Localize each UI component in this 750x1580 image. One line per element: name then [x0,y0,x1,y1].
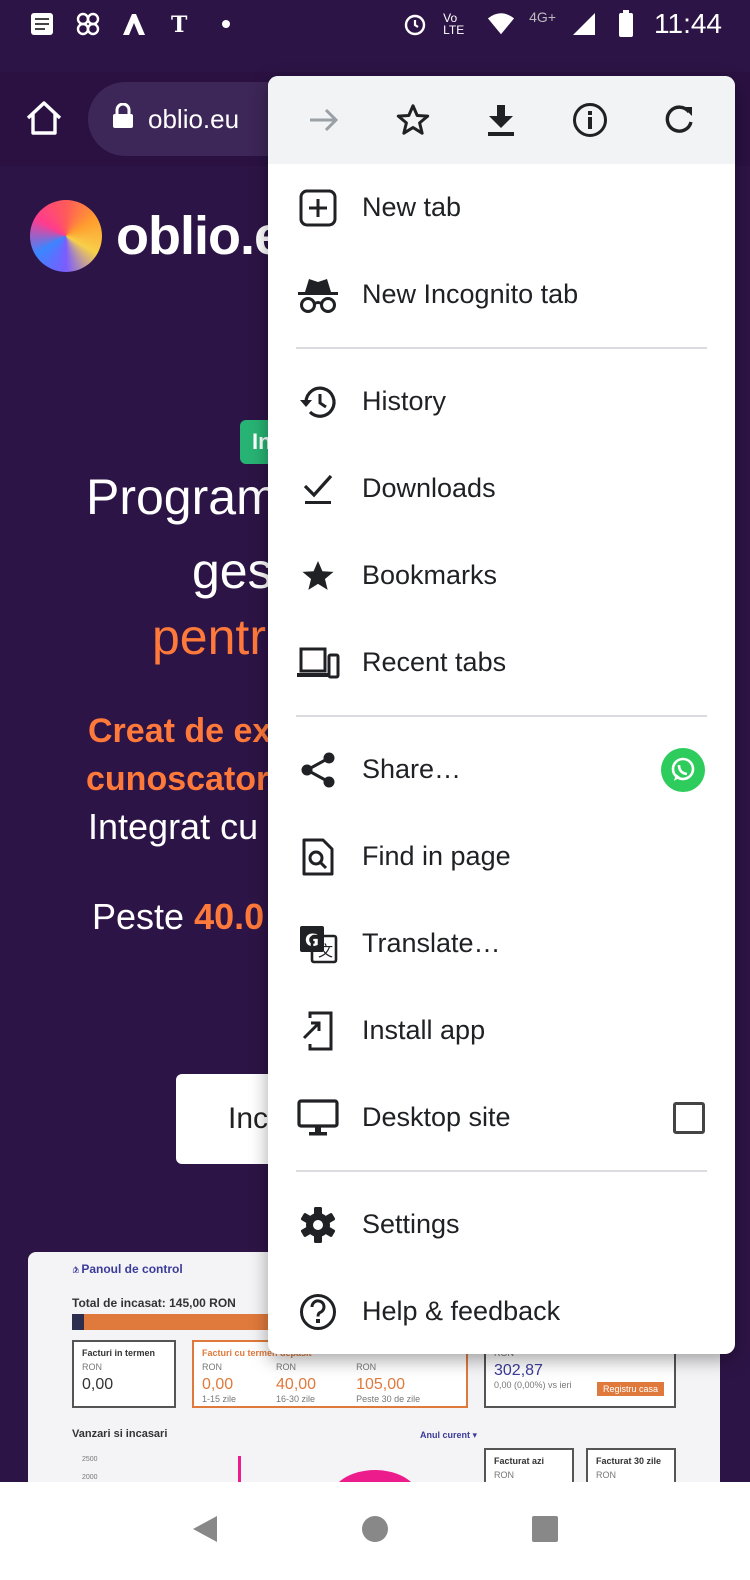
whatsapp-icon [661,747,705,792]
menu-item-label: Find in page [362,841,511,871]
alarm-icon [401,10,429,38]
menu-divider [296,715,707,717]
status-right-icons: Vo LTE 4G+ 11:44 [401,8,722,40]
home-circle-icon[interactable] [361,1515,389,1548]
menu-item-label: Desktop site [362,1102,511,1132]
bible-app-icon [28,10,56,38]
menu-item-share[interactable]: Share… [268,726,735,813]
nyt-icon: T [166,10,194,38]
reload-icon[interactable] [652,93,706,147]
incognito-icon [296,273,340,317]
history-icon [296,380,340,424]
forward-icon[interactable] [297,93,351,147]
menu-item-label: Help & feedback [362,1296,561,1326]
dashboard-breadcrumb: › Panoul de control [74,1262,183,1276]
hero-line-3: pentr [152,609,266,665]
downloads-icon [296,467,340,511]
menu-item-find-in-page[interactable]: Find in page [268,813,735,900]
download-icon[interactable] [474,93,528,147]
install-app-icon [296,1009,340,1053]
svg-text:文: 文 [318,942,333,960]
pinwheel-icon [74,10,102,38]
lock-icon [112,102,134,136]
menu-item-label: Install app [362,1015,486,1045]
battery-icon [612,10,640,38]
menu-item-label: Recent tabs [362,647,507,677]
status-left-icons: T [28,10,240,38]
new-tab-icon [296,186,340,230]
menu-item-label: New tab [362,192,462,222]
menu-item-history[interactable]: History [268,358,735,445]
page-info-icon[interactable] [563,93,617,147]
a-app-icon [120,10,148,38]
menu-item-label: Translate… [362,928,501,958]
whatsapp-share-shortcut[interactable] [661,747,705,792]
network-type-label: 4G+ [529,9,556,25]
menu-item-help-feedback[interactable]: Help & feedback [268,1268,735,1354]
subtitle-line-2: cunoscator [86,760,270,798]
site-logo[interactable]: oblio.e [30,200,284,272]
hero-line-1: Program [86,469,278,525]
url-text: oblio.eu [148,103,240,134]
register-button[interactable]: Registru casa [596,1382,664,1396]
dashboard-total-bar [72,1314,272,1330]
bookmarks-star-icon [296,554,340,598]
stats-prefix: Peste [92,896,195,937]
translate-icon: G文 [296,922,340,966]
home-icon[interactable] [22,96,66,140]
hero-line-2: ges [192,543,273,599]
dashboard-total: Total de incasat: 145,00 RON [72,1296,236,1310]
bookmark-star-icon[interactable] [386,93,440,147]
menu-item-label: History [362,386,447,416]
stats-number: 40.0 [194,896,265,937]
status-bar: T Vo LTE 4G+ 11:44 [0,0,750,48]
menu-item-new-tab[interactable]: New tab [268,164,735,251]
stats-line: Peste 40.0 [92,896,264,938]
menu-item-downloads[interactable]: Downloads [268,445,735,532]
menu-item-translate[interactable]: G文 Translate… [268,900,735,987]
menu-item-recent-tabs[interactable]: Recent tabs [268,619,735,706]
menu-divider [296,347,707,349]
menu-item-label: Downloads [362,473,496,503]
subtitle-line-3: Integrat cu [88,806,259,847]
logo-text: oblio.e [116,206,284,266]
menu-item-new-incognito-tab[interactable]: New Incognito tab [268,251,735,338]
menu-item-label: New Incognito tab [362,279,579,309]
menu-divider [296,1170,707,1172]
settings-gear-icon [296,1203,340,1247]
recent-tabs-icon [296,641,340,685]
svg-text:T: T [171,12,188,37]
desktop-icon [296,1096,340,1140]
clock: 11:44 [654,8,722,39]
browser-overflow-menu: New tab New Incognito tab History Downlo… [268,76,735,1354]
menu-action-row [268,76,735,164]
signal-icon [570,10,598,38]
axis-tick-2500: 2500 [82,1456,98,1463]
find-in-page-icon [296,835,340,879]
desktop-site-checkbox[interactable] [673,1101,705,1134]
checkbox-unchecked-icon [673,1101,705,1134]
menu-item-label: Share… [362,754,462,784]
subtitle-line-1: Creat de ex [88,712,272,750]
share-icon [296,748,340,792]
oblio-logo-icon [30,200,102,272]
dot-icon [212,10,240,38]
axis-tick-2000: 2000 [82,1474,98,1481]
menu-item-label: Bookmarks [362,560,498,590]
menu-item-desktop-site[interactable]: Desktop site [268,1074,735,1161]
wifi-icon [487,10,515,38]
year-selector[interactable]: Anul curent ▾ [420,1430,477,1441]
system-nav-bar [0,1482,750,1580]
recents-square-icon[interactable] [531,1515,559,1548]
menu-item-settings[interactable]: Settings [268,1181,735,1268]
help-icon [296,1290,340,1334]
menu-item-install-app[interactable]: Install app [268,987,735,1074]
menu-item-bookmarks[interactable]: Bookmarks [268,532,735,619]
volte-label: Vo LTE [443,11,465,37]
menu-item-label: Settings [362,1209,460,1239]
card-invoices-in-term: Facturi in termen RON 0,00 [72,1340,176,1408]
back-triangle-icon[interactable] [191,1514,219,1549]
sales-title: Vanzari si incasari [72,1428,168,1440]
